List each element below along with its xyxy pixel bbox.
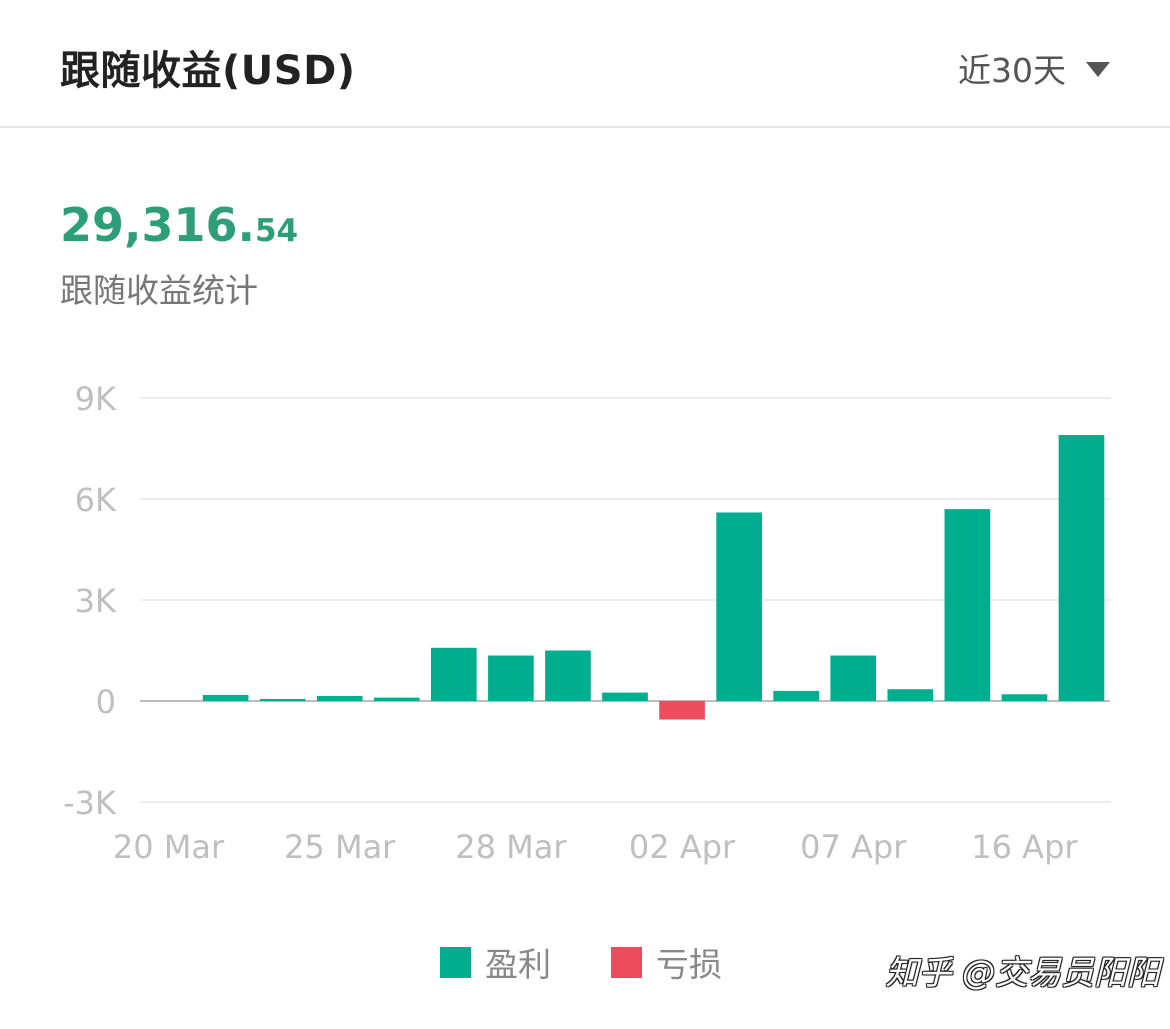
period-selector[interactable]: 近30天 [958,44,1110,92]
x-tick-label: 20 Mar [113,828,225,866]
earnings-bar-chart: 9K 6K 3K 0 -3K 20 Mar 25 Mar 28 Mar 02 Apr 07 Apr… [63,380,1110,866]
card-header: 跟随收益(USD) 近30天 [0,0,1170,128]
bar-profit [202,694,249,701]
bar-profit [431,647,477,701]
x-tick-label: 16 Apr [971,828,1078,866]
bar-profit [373,697,420,701]
bar-profit [316,695,363,701]
follow-earnings-card: 跟随收益(USD) 近30天 29,316.54 跟随收益统计 9K 6K 3K 0 -… [0,0,1170,1029]
profit-swatch-icon [440,946,471,978]
y-tick-label: 0 [96,683,116,721]
period-selector-label: 近30天 [958,51,1066,90]
page-title: 跟随收益(USD) [60,48,356,94]
bar-profit [1001,694,1048,701]
legend-label-profit: 盈利 [485,945,551,984]
x-tick-label: 02 Apr [629,828,736,866]
total-earnings-label: 跟随收益统计 [60,271,258,310]
x-tick-label: 25 Mar [284,828,396,866]
x-tick-label: 07 Apr [800,828,907,866]
total-earnings-integer: 29,316. [60,198,255,252]
bar-profit [545,650,591,701]
bar-loss [659,701,705,720]
legend-item-loss[interactable]: 亏损 [611,938,722,986]
caret-down-icon [1086,61,1110,77]
y-tick-label: -3K [63,784,117,822]
bar-profit [602,692,648,701]
bar-profit [773,690,819,701]
total-earnings: 29,316.54 [60,198,298,252]
total-earnings-decimal: 54 [254,213,299,249]
bar-profit [488,655,534,701]
bar-profit [1058,435,1105,701]
bar-profit [716,512,762,701]
legend-label-loss: 亏损 [656,945,722,984]
y-tick-label: 3K [75,582,117,620]
bar-profit [887,689,934,701]
y-tick-label: 6K [75,481,117,519]
bar-profit [830,655,877,701]
bar-profit [259,698,306,701]
y-tick-label: 9K [75,380,117,418]
loss-swatch-icon [611,946,642,978]
legend-item-profit[interactable]: 盈利 [440,938,551,986]
bar-profit [944,509,991,701]
chart-legend: 盈利 亏损 [440,938,782,986]
watermark: 知乎 @交易员阳阳 [885,953,1161,992]
x-tick-label: 28 Mar [455,828,567,866]
